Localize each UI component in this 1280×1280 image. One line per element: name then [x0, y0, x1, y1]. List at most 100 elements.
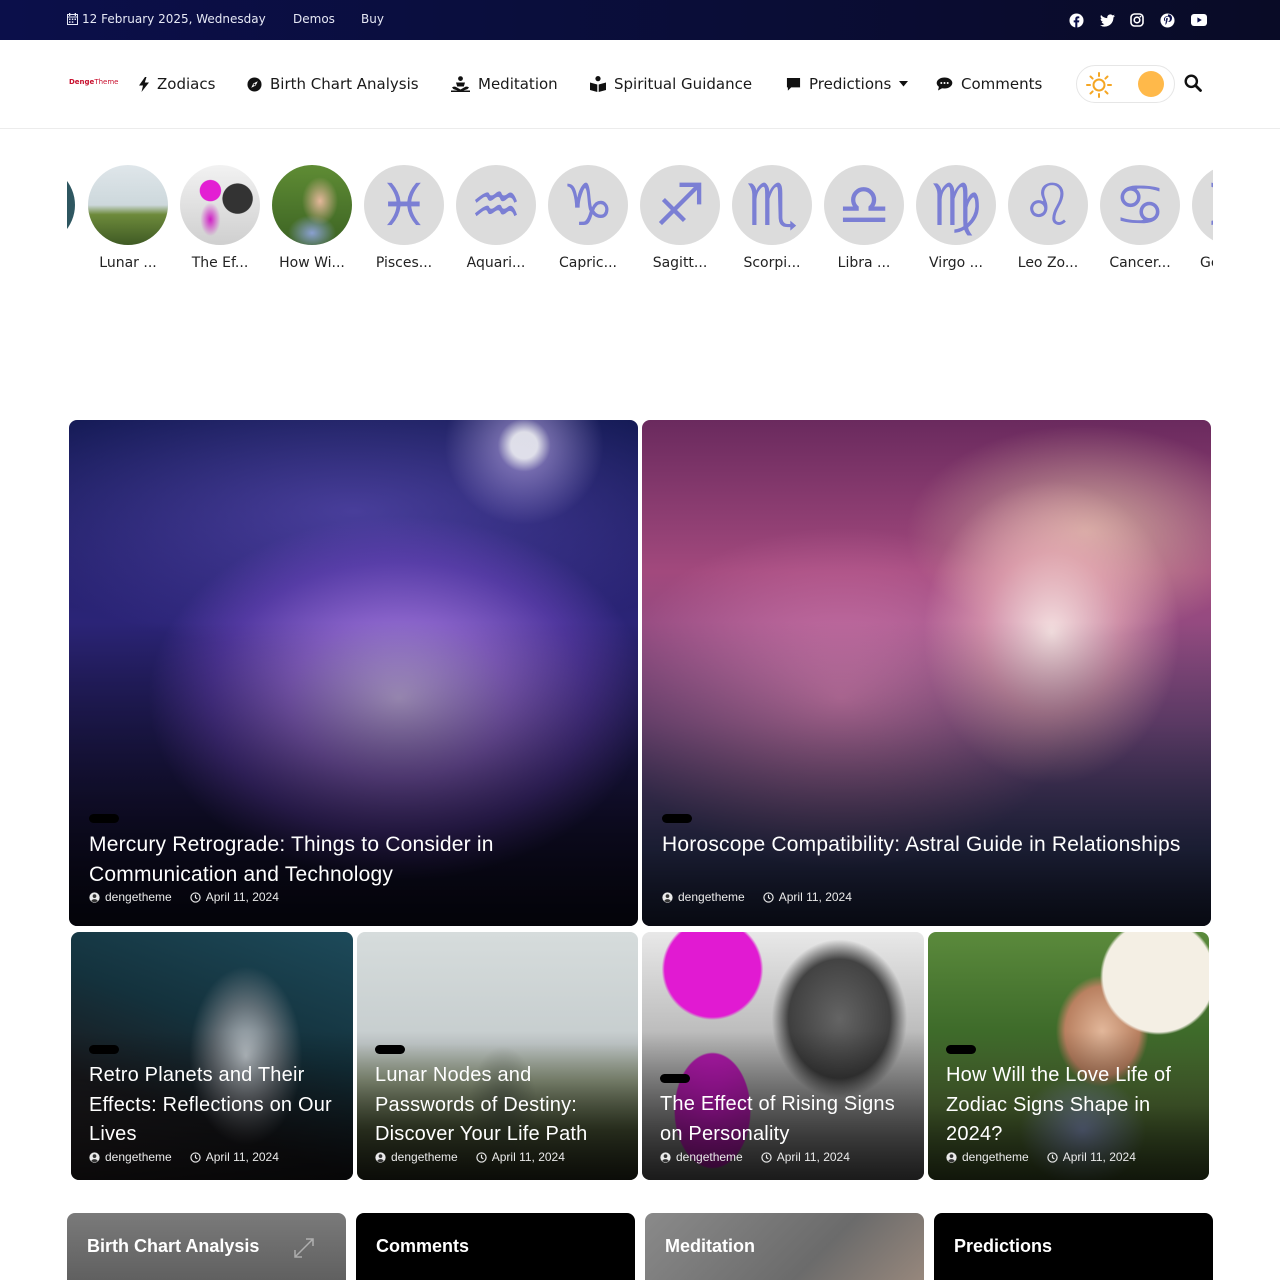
expand-icon	[294, 1238, 314, 1258]
twitter-icon[interactable]	[1099, 12, 1115, 28]
story-label: Sagitt...	[652, 255, 708, 271]
story-item[interactable]: ♐ Sagitt...	[640, 165, 720, 271]
post-author[interactable]: dengetheme	[391, 1150, 458, 1164]
post-author[interactable]: dengetheme	[678, 890, 745, 904]
pinterest-icon[interactable]	[1159, 12, 1175, 28]
story-label: Pisces...	[375, 255, 433, 271]
post-author[interactable]: dengetheme	[676, 1150, 743, 1164]
user-icon	[89, 1151, 100, 1163]
post-author[interactable]: dengetheme	[962, 1150, 1029, 1164]
calendar-icon	[67, 13, 78, 25]
post-author[interactable]: dengetheme	[105, 890, 172, 904]
post-title[interactable]: Lunar Nodes and Passwords of Destiny: Di…	[375, 1061, 630, 1150]
search-button[interactable]	[1184, 74, 1204, 94]
post-title[interactable]: How Will the Love Life of Zodiac Signs S…	[946, 1061, 1201, 1150]
libra-icon: ♎	[824, 165, 904, 245]
post-author[interactable]: dengetheme	[105, 1150, 172, 1164]
story-item[interactable]: ♓ Pisces...	[364, 165, 444, 271]
story-item[interactable]: ♒ Aquari...	[456, 165, 536, 271]
nav-birth-chart-analysis[interactable]: Birth Chart Analysis	[247, 73, 419, 95]
clock-icon	[763, 891, 774, 903]
zodiac-glyph: ♌	[1022, 171, 1074, 239]
post-card[interactable]: How Will the Love Life of Zodiac Signs S…	[928, 932, 1209, 1180]
youtube-icon[interactable]	[1191, 12, 1207, 28]
story-item[interactable]	[67, 165, 75, 245]
featured-post-card[interactable]: Horoscope Compatibility: Astral Guide in…	[642, 420, 1211, 926]
nav-predictions[interactable]: Predictions	[786, 73, 909, 95]
nav-comments[interactable]: Comments	[936, 73, 1042, 95]
category-tile-birth-chart-analysis[interactable]: Birth Chart Analysis	[67, 1213, 346, 1280]
post-title[interactable]: Mercury Retrograde: Things to Consider i…	[89, 830, 609, 890]
category-tile-comments[interactable]: Comments	[356, 1213, 635, 1280]
category-badge[interactable]	[89, 1045, 119, 1054]
category-tile-meditation[interactable]: Meditation	[645, 1213, 924, 1280]
featured-post-card[interactable]: Mercury Retrograde: Things to Consider i…	[69, 420, 638, 926]
story-thumbnail	[67, 165, 75, 245]
post-date: April 11, 2024	[205, 1150, 279, 1164]
category-badge[interactable]	[946, 1045, 976, 1054]
card-overlay	[642, 622, 1211, 926]
category-tile-predictions[interactable]: Predictions	[934, 1213, 1213, 1280]
post-title[interactable]: Horoscope Compatibility: Astral Guide in…	[662, 830, 1182, 860]
story-item[interactable]: ♍ Virgo ...	[916, 165, 996, 271]
post-title[interactable]: The Effect of Rising Signs on Personalit…	[660, 1090, 915, 1149]
story-label: Cancer...	[1109, 255, 1171, 271]
zodiac-glyph: ♑	[562, 171, 614, 239]
story-label: Aquari...	[466, 255, 526, 271]
story-label: How Wi...	[279, 255, 345, 271]
nav-label: Meditation	[478, 75, 558, 93]
story-item[interactable]: ♑ Capric...	[548, 165, 628, 271]
zodiac-glyph: ♓	[378, 171, 430, 239]
nav-label: Zodiacs	[157, 75, 216, 93]
post-card[interactable]: The Effect of Rising Signs on Personalit…	[642, 932, 924, 1180]
category-badge[interactable]	[660, 1074, 690, 1083]
nav-zodiacs[interactable]: Zodiacs	[139, 73, 215, 95]
book-reader-icon	[590, 76, 606, 92]
category-badge[interactable]	[662, 814, 692, 823]
story-item[interactable]: The Ef...	[180, 165, 260, 271]
toggle-knob	[1138, 71, 1164, 97]
virgo-icon: ♍	[916, 165, 996, 245]
demos-link[interactable]: Demos	[293, 12, 335, 26]
nav-meditation[interactable]: Meditation	[451, 73, 558, 95]
story-item[interactable]: ♏ Scorpi...	[732, 165, 812, 271]
story-item[interactable]: Lunar ...	[88, 165, 168, 271]
category-badge[interactable]	[375, 1045, 405, 1054]
nav-label: Comments	[961, 75, 1043, 93]
story-item[interactable]: ♌ Leo Zo...	[1008, 165, 1088, 271]
clock-icon	[190, 891, 201, 903]
comments-icon	[936, 77, 953, 91]
user-icon	[662, 891, 673, 903]
post-meta: dengetheme April 11, 2024	[946, 1150, 1136, 1164]
theme-toggle[interactable]	[1076, 65, 1175, 103]
date-text: 12 February 2025, Wednesday	[82, 12, 266, 26]
buy-link[interactable]: Buy	[361, 12, 384, 26]
top-bar: 12 February 2025, Wednesday Demos Buy	[0, 0, 1280, 40]
story-label: Capric...	[559, 255, 617, 271]
instagram-icon[interactable]	[1129, 12, 1145, 28]
site-logo[interactable]: DengeTheme	[69, 78, 118, 86]
user-icon	[375, 1151, 386, 1163]
story-item[interactable]: ♊ Ge	[1192, 165, 1213, 271]
category-title: Predictions	[954, 1236, 1053, 1256]
category-badge[interactable]	[89, 814, 119, 823]
story-item[interactable]: How Wi...	[272, 165, 352, 271]
aquarius-icon: ♒	[456, 165, 536, 245]
post-card[interactable]: Retro Planets and Their Effects: Reflect…	[71, 932, 353, 1180]
story-label: Lunar ...	[99, 255, 157, 271]
story-label: Scorpi...	[743, 255, 801, 271]
story-thumbnail	[272, 165, 352, 245]
nav-spiritual-guidance[interactable]: Spiritual Guidance	[590, 73, 752, 95]
zodiac-glyph: ♏	[746, 171, 798, 239]
story-item[interactable]: ♎ Libra ...	[824, 165, 904, 271]
bolt-icon	[139, 76, 149, 92]
story-label: Leo Zo...	[1017, 255, 1079, 271]
post-meta: dengetheme April 11, 2024	[375, 1150, 565, 1164]
user-icon	[660, 1151, 671, 1163]
story-item[interactable]: ♋ Cancer...	[1100, 165, 1180, 271]
facebook-icon[interactable]	[1068, 12, 1084, 28]
category-title: Birth Chart Analysis	[87, 1236, 260, 1256]
post-title[interactable]: Retro Planets and Their Effects: Reflect…	[89, 1061, 344, 1150]
user-icon	[89, 891, 100, 903]
post-card[interactable]: Lunar Nodes and Passwords of Destiny: Di…	[357, 932, 638, 1180]
